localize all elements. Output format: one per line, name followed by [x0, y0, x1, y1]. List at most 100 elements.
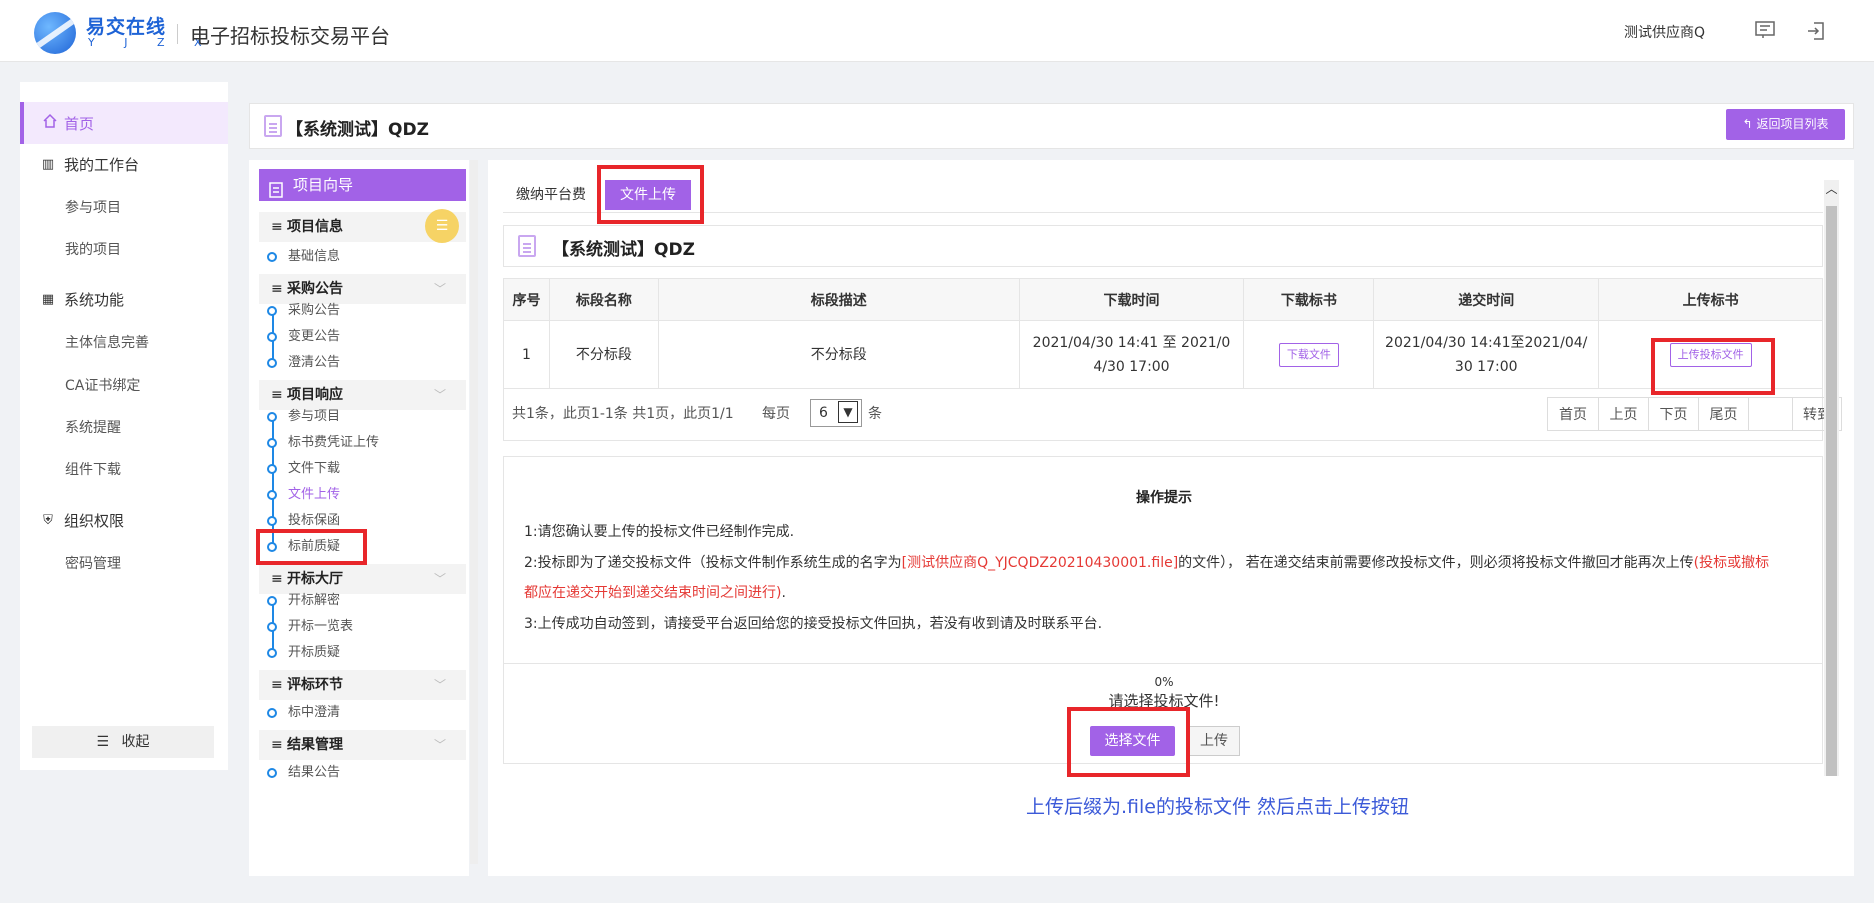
wizard-item-label: 开标质疑: [288, 645, 341, 660]
wizard-group-label: 评标环节: [287, 677, 343, 693]
download-time-line1: 2021/04/30 14:41 至 2021/0: [1032, 334, 1231, 351]
nav-ca-bind[interactable]: CA证书绑定: [65, 366, 140, 406]
wizard-item-label: 结果公告: [288, 765, 341, 780]
nav-system-func[interactable]: ▦ 系统功能: [20, 280, 228, 320]
back-to-list-button[interactable]: ↰ 返回项目列表: [1726, 109, 1845, 140]
nav-join-project[interactable]: 参与项目: [65, 188, 121, 228]
wizard-head-label: 项目向导: [293, 176, 354, 194]
step-dot-icon: [267, 306, 277, 316]
project-card-title: 【系统测试】QDZ: [552, 240, 695, 260]
menu-icon: ≡: [271, 387, 283, 403]
nav-password-mgmt[interactable]: 密码管理: [65, 544, 121, 584]
tip-line-2-text: 的文件）， 若在递交结束前需要修改投标文件，则必须将投标文件撤回才能再次上传: [1178, 555, 1694, 571]
upload-instruction: 上传后缀为.file的投标文件 然后点击上传按钮: [1026, 796, 1410, 818]
first-page-button[interactable]: 首页: [1547, 397, 1599, 431]
books-icon: ▥: [41, 157, 55, 172]
wizard-group-result-mgmt[interactable]: ≡ 结果管理 ﹀: [259, 730, 466, 760]
cell-name: 不分标段: [548, 320, 659, 389]
highlight-box: [597, 165, 704, 224]
wizard-head[interactable]: 项目向导: [259, 169, 466, 201]
wizard-item-label: 基础信息: [288, 249, 341, 264]
back-arrow-icon: ↰: [1742, 117, 1753, 131]
document-icon: [269, 177, 283, 209]
tip-filename: [测试供应商Q_YJCQDZ20210430001.file]: [901, 555, 1179, 571]
upload-button[interactable]: 上传: [1188, 726, 1240, 756]
cell-index: 1: [503, 320, 550, 389]
tip-line-1: 1:请您确认要上传的投标文件已经制作完成.: [524, 524, 795, 540]
tip-line-2: 2:投标即为了递交投标文件（投标文件制作系统生成的名字为[测试供应商Q_YJCQ…: [524, 548, 1814, 608]
menu-icon: ≡: [271, 677, 283, 693]
next-page-button[interactable]: 下页: [1648, 397, 1699, 431]
col-name-header: 标段名称: [548, 278, 659, 321]
document-icon: [518, 235, 536, 257]
nav-home-label: 首页: [64, 115, 95, 133]
tip-line-2-end: .: [781, 585, 786, 601]
step-dot-icon: [267, 622, 277, 632]
collapse-label: 收起: [121, 734, 150, 750]
last-page-button[interactable]: 尾页: [1698, 397, 1749, 431]
tab-pay-fee[interactable]: 缴纳平台费: [504, 180, 598, 210]
chevron-down-icon: ﹀: [433, 738, 446, 752]
menu-icon: ≡: [271, 737, 283, 753]
left-nav: 首页 ▥ 我的工作台 参与项目 我的项目 ▦ 系统功能 主体信息完善 CA证书绑…: [20, 82, 228, 770]
col-upload-header: 上传标书: [1598, 278, 1823, 321]
collapse-menu-icon[interactable]: ☰: [425, 209, 459, 243]
step-dot-icon: [267, 768, 277, 778]
col-download-header: 下载标书: [1243, 278, 1375, 321]
nav-system-func-label: 系统功能: [64, 291, 125, 309]
brand-name: 易交在线: [86, 16, 167, 38]
chevron-down-icon: ﹀: [433, 572, 446, 586]
operation-tips: 操作提示 1:请您确认要上传的投标文件已经制作完成. 2:投标即为了递交投标文件…: [503, 456, 1823, 664]
wizard-scrollbar[interactable]: [470, 160, 478, 864]
per-page-label: 每页: [762, 406, 790, 422]
col-download-time-header: 下载时间: [1018, 278, 1245, 321]
nav-org-perm-label: 组织权限: [64, 512, 125, 530]
nav-home[interactable]: 首页: [20, 102, 228, 144]
prev-page-button[interactable]: 上页: [1598, 397, 1649, 431]
wizard-group-label: 结果管理: [287, 737, 343, 753]
nav-component-download[interactable]: 组件下载: [65, 450, 121, 490]
nav-my-project[interactable]: 我的项目: [65, 230, 121, 270]
nav-sys-remind[interactable]: 系统提醒: [65, 408, 121, 448]
step-dot-icon: [267, 596, 277, 606]
goto-page-input[interactable]: [1748, 397, 1793, 431]
logout-icon[interactable]: [1805, 21, 1827, 41]
header-divider: [177, 24, 178, 44]
step-dot-icon: [267, 358, 277, 368]
nav-entity-info[interactable]: 主体信息完善: [65, 323, 149, 363]
project-card: 【系统测试】QDZ: [503, 225, 1823, 267]
wizard-group-label: 项目信息: [287, 219, 343, 235]
download-time-line2: 4/30 17:00: [1093, 358, 1170, 375]
user-name[interactable]: 测试供应商Q: [1624, 22, 1705, 42]
col-desc-header: 标段描述: [657, 278, 1020, 321]
tip-warning: 都应在递交开始到递交结束时间之间进行): [524, 585, 782, 601]
step-dot-icon: [267, 252, 277, 262]
message-icon[interactable]: [1754, 21, 1776, 41]
cell-download: 下载文件: [1243, 320, 1375, 389]
step-dot-icon: [267, 708, 277, 718]
submit-time-line2: 30 17:00: [1454, 358, 1518, 375]
dropdown-arrow-icon[interactable]: ▼: [838, 401, 858, 423]
highlight-box: [256, 529, 367, 565]
highlight-box: [1067, 707, 1190, 777]
wizard-group-evaluation[interactable]: ≡ 评标环节 ﹀: [259, 670, 466, 700]
tip-line-3: 3:上传成功自动签到，请接受平台返回给您的接受投标文件回执，若没有收到请及时联系…: [524, 616, 1103, 632]
collapse-button[interactable]: ☰ 收起: [32, 726, 214, 758]
nav-workbench[interactable]: ▥ 我的工作台: [20, 145, 228, 185]
chevron-down-icon: ﹀: [433, 388, 446, 402]
step-dot-icon: [267, 438, 277, 448]
scroll-up-icon[interactable]: ︿: [1824, 180, 1839, 200]
main-scrollbar-thumb[interactable]: [1826, 206, 1837, 776]
platform-title: 电子招标投标交易平台: [190, 24, 390, 48]
collapse-icon: ☰: [96, 734, 110, 750]
step-dot-icon: [267, 412, 277, 422]
step-line: [272, 416, 274, 546]
table-row: 1 不分标段 不分标段 2021/04/30 14:41 至 2021/0 4/…: [503, 320, 1823, 389]
shield-icon: ⛨: [43, 513, 53, 528]
wizard-item-label: 标中澄清: [288, 705, 341, 720]
nav-org-perm[interactable]: ⛨ 组织权限: [20, 501, 228, 541]
download-file-button[interactable]: 下载文件: [1278, 343, 1339, 367]
logo-icon: [34, 12, 76, 54]
pager-info: 共1条，此页1-1条 共1页，此页1/1: [512, 406, 734, 422]
tips-title: 操作提示: [1136, 490, 1192, 506]
